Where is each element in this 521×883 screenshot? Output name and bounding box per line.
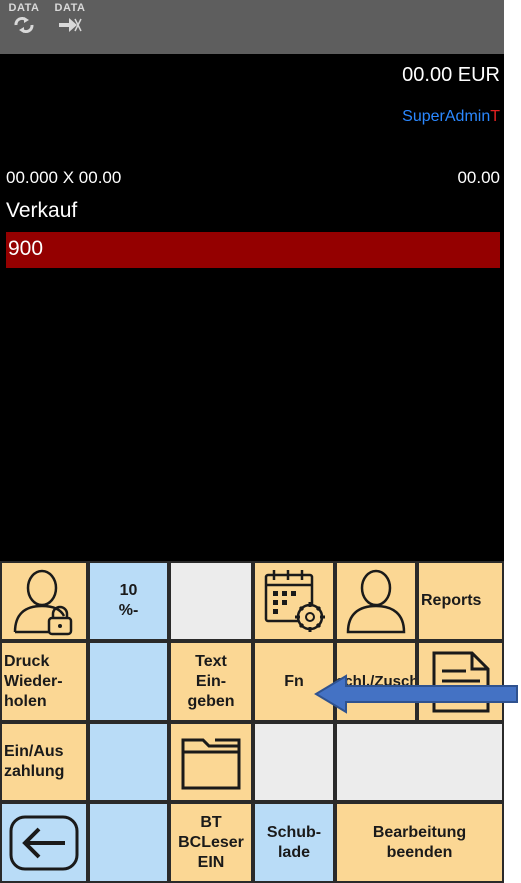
reprint-button[interactable]: Druck Wieder- holen — [0, 641, 88, 722]
document-icon — [432, 651, 489, 712]
bt-reader-line2: BCLeser — [178, 833, 244, 851]
data-transfer-label: DATA — [54, 2, 86, 14]
calendar-gear-icon — [264, 570, 325, 632]
empty-key-r3c5 — [335, 722, 504, 802]
drawer-button[interactable]: Schub- lade — [253, 802, 335, 883]
folder-icon — [181, 738, 241, 790]
data-transfer-indicator: DATA — [48, 2, 92, 34]
quantity-price: 00.000 X 00.00 — [6, 168, 122, 187]
empty-key-r3c4 — [253, 722, 335, 802]
line-amount: 00.00 — [457, 168, 500, 187]
empty-key-r1c3 — [169, 561, 253, 641]
finish-editing-button[interactable]: Bearbeitung beenden — [335, 802, 504, 883]
discount-value: 10 — [119, 582, 138, 599]
data-sync-indicator: DATA — [2, 2, 46, 34]
reprint-line3: holen — [4, 692, 47, 710]
cash-inout-button[interactable]: Ein/Aus zahlung — [0, 722, 88, 802]
transfer-icon — [59, 18, 82, 32]
reports-button[interactable]: Reports — [417, 561, 504, 641]
discount-10-button[interactable]: 10 %- — [88, 561, 169, 641]
user-lock-icon — [13, 569, 73, 636]
reorder-button[interactable]: Nachl./Zuschl. — [335, 641, 417, 722]
bt-reader-line3: EIN — [197, 853, 225, 871]
fn-button[interactable]: Fn — [253, 641, 335, 722]
sync-icon — [14, 17, 34, 33]
input-bar[interactable]: 900 — [6, 232, 500, 268]
fn-label: Fn — [284, 672, 304, 690]
text-entry-line1: Text — [195, 652, 227, 670]
bt-reader-line1: BT — [200, 813, 222, 831]
user-button[interactable] — [335, 561, 417, 641]
text-entry-button[interactable]: Text Ein- geben — [169, 641, 253, 722]
user-lock-button[interactable] — [0, 561, 88, 641]
function-keypad: 10 %- Reports Druck Wieder- holen Text E… — [0, 561, 504, 883]
text-entry-line2: Ein- — [195, 672, 227, 690]
back-arrow-icon — [9, 815, 79, 870]
reprint-line1: Druck — [4, 652, 50, 670]
cash-inout-line1: Ein/Aus — [4, 743, 64, 760]
drawer-line1: Schub- — [266, 823, 322, 841]
folder-button[interactable] — [169, 722, 253, 802]
calendar-settings-button[interactable] — [253, 561, 335, 641]
user-name: SuperAdmin — [402, 108, 491, 125]
reprint-line2: Wieder- — [4, 672, 63, 690]
user-icon — [346, 569, 406, 634]
current-user: SuperAdminT — [402, 108, 500, 126]
empty-key-r3c2 — [88, 722, 169, 802]
sales-display: 00.00 EUR SuperAdminT 00.000 X 00.00 00.… — [0, 54, 504, 561]
transaction-mode: Verkauf — [6, 199, 78, 222]
reorder-label: Nachl./Zuschl. — [335, 672, 417, 690]
data-sync-label: DATA — [8, 2, 40, 14]
input-value: 900 — [8, 237, 44, 260]
finish-line2: beenden — [386, 843, 453, 861]
text-entry-line3: geben — [187, 692, 235, 710]
user-suffix: T — [490, 108, 500, 125]
reports-label: Reports — [421, 592, 482, 609]
total-amount: 00.00 EUR — [402, 64, 500, 86]
drawer-line2: lade — [277, 843, 310, 861]
back-button[interactable] — [0, 802, 88, 883]
discount-sign: %- — [118, 602, 139, 619]
status-bar: DATA DATA — [0, 0, 504, 54]
finish-line1: Bearbeitung — [372, 823, 467, 841]
bt-barcode-reader-button[interactable]: BT BCLeser EIN — [169, 802, 253, 883]
cash-inout-line2: zahlung — [4, 763, 65, 780]
empty-key-r2c2 — [88, 641, 169, 722]
document-button[interactable] — [417, 641, 504, 722]
empty-key-r4c2 — [88, 802, 169, 883]
